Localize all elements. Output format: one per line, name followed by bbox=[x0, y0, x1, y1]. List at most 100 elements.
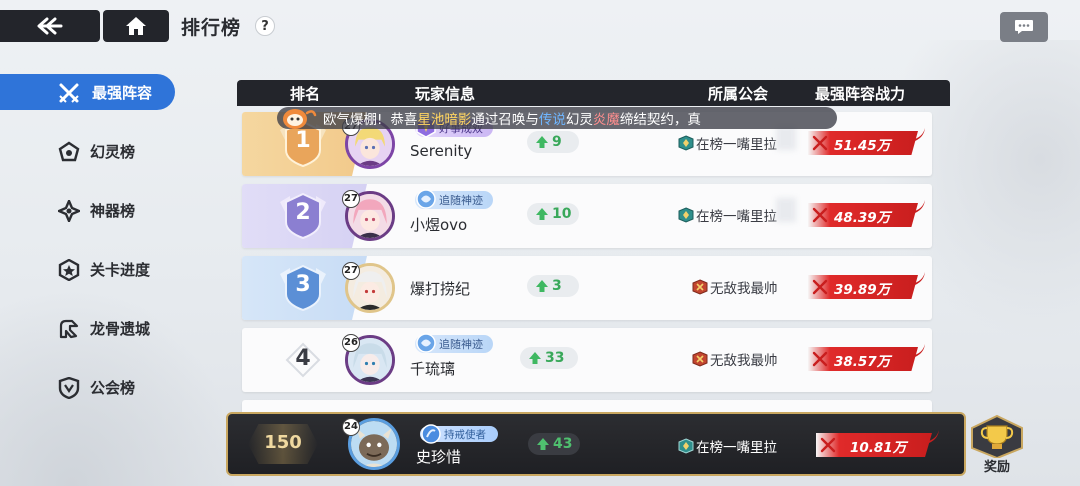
sidebar-item-spirit-rank[interactable]: 幻灵榜 bbox=[0, 133, 175, 169]
crossed-swords-icon bbox=[812, 351, 828, 367]
page-title: 排行榜 bbox=[181, 16, 242, 39]
flame-tail-icon bbox=[915, 128, 925, 141]
sidebar-item-label: 最强阵容 bbox=[92, 83, 153, 102]
guild-emblem-icon bbox=[678, 135, 694, 151]
guild-emblem-icon bbox=[678, 438, 694, 454]
power-value-label: 51.45万 bbox=[834, 138, 891, 154]
top-bar: 排行榜 ? bbox=[0, 10, 276, 42]
up-arrow-icon bbox=[529, 352, 541, 364]
up-arrow-icon bbox=[536, 136, 548, 148]
title-emblem-icon bbox=[416, 333, 436, 353]
my-rank-bar[interactable]: 150 24 持戒使者 史珍惜 43 在榜一嘴里拉 10.81万 bbox=[226, 412, 966, 476]
table-row[interactable]: 2 27 追随神迹 小煜ovo 10 在榜一嘴里拉 48.39万 bbox=[242, 184, 932, 248]
my-level: 24 bbox=[342, 418, 360, 436]
player-level: 26 bbox=[342, 334, 360, 352]
flame-tail-icon bbox=[915, 272, 925, 285]
power-value: 48.39万 bbox=[808, 200, 925, 227]
guild-name-label: 在榜一嘴里拉 bbox=[696, 209, 777, 225]
ticker-spirit: 炎魔 bbox=[592, 112, 620, 128]
flame-tail-icon bbox=[915, 344, 925, 357]
ticker-text: 缔结契约，真 bbox=[619, 112, 701, 128]
ticker-text: 通过召唤与 bbox=[471, 112, 539, 128]
blur-mask bbox=[776, 126, 796, 150]
power-value-label: 48.39万 bbox=[834, 210, 891, 226]
announcement-ticker: 欧气爆棚! 恭喜 星池暗影 通过召唤与 传说 幻灵 炎魔 缔结契约，真 bbox=[277, 107, 837, 129]
crossed-swords-icon bbox=[59, 83, 79, 103]
guild-name[interactable]: 无敌我最帅 bbox=[692, 349, 778, 369]
rank-change-value: 10 bbox=[552, 206, 572, 222]
player-name: 爆打捞纪 bbox=[410, 280, 471, 298]
sidebar-item-label: 龙骨遗城 bbox=[90, 319, 151, 338]
guild-emblem-icon bbox=[692, 351, 708, 367]
artifact-icon bbox=[58, 200, 80, 222]
ticker-rarity: 传说 bbox=[538, 112, 566, 128]
my-rank-change-value: 43 bbox=[553, 436, 573, 452]
column-header-guild: 所属公会 bbox=[708, 85, 769, 103]
crossed-swords-icon bbox=[812, 279, 828, 295]
player-name: 千琉璃 bbox=[410, 360, 456, 378]
player-title-label: 追随神迹 bbox=[439, 338, 483, 351]
rank-change: 9 bbox=[527, 131, 579, 153]
table-row[interactable]: 3 27 爆打捞纪 3 无敌我最帅 39.89万 bbox=[242, 256, 932, 320]
sidebar-item-stage-progress[interactable]: 关卡进度 bbox=[0, 251, 175, 287]
player-name: Serenity bbox=[410, 142, 473, 160]
flame-tail-icon bbox=[915, 200, 925, 213]
my-guild-name[interactable]: 在榜一嘴里拉 bbox=[678, 436, 777, 456]
stage-icon bbox=[58, 259, 80, 281]
help-button[interactable]: ? bbox=[255, 16, 276, 36]
sidebar-item-label: 关卡进度 bbox=[90, 260, 151, 279]
reward-label: 奖励 bbox=[983, 460, 1010, 475]
home-button[interactable] bbox=[103, 10, 169, 42]
power-value: 51.45万 bbox=[808, 128, 925, 155]
rank-number: 4 bbox=[295, 346, 311, 371]
flame-tail-icon bbox=[929, 430, 939, 443]
power-value: 38.57万 bbox=[808, 344, 925, 371]
sidebar-item-dragon-city[interactable]: 龙骨遗城 bbox=[0, 310, 175, 346]
power-value: 39.89万 bbox=[808, 272, 925, 299]
spirit-icon bbox=[58, 141, 80, 162]
player-title-tag: 追随神迹 bbox=[415, 333, 493, 353]
column-header-player-info: 玩家信息 bbox=[415, 85, 476, 103]
rank-change: 3 bbox=[527, 275, 579, 297]
ticker-text: 幻灵 bbox=[565, 112, 593, 128]
my-rank-change: 43 bbox=[528, 433, 580, 455]
table-header: 排名 玩家信息 所属公会 最强阵容战力 bbox=[237, 80, 950, 106]
sidebar-item-strongest-lineup[interactable]: 最强阵容 bbox=[0, 74, 175, 110]
sidebar-item-artifact-rank[interactable]: 神器榜 bbox=[0, 192, 175, 228]
rank-change: 10 bbox=[527, 203, 579, 225]
guild-emblem-icon bbox=[692, 279, 708, 295]
column-header-rank: 排名 bbox=[290, 85, 321, 103]
chat-bubble-icon bbox=[1015, 20, 1033, 34]
up-arrow-icon bbox=[537, 438, 549, 450]
chat-button[interactable] bbox=[1000, 12, 1048, 42]
player-title-label: 追随神迹 bbox=[439, 194, 483, 207]
guild-shield-icon bbox=[58, 377, 80, 399]
sidebar-item-label: 幻灵榜 bbox=[90, 142, 136, 161]
reward-button[interactable]: 奖励 bbox=[968, 414, 1026, 480]
rank-number: 3 bbox=[295, 272, 311, 297]
my-rank-number: 150 bbox=[264, 432, 302, 453]
lucky-cat-icon bbox=[283, 109, 317, 129]
title-emblem-icon bbox=[421, 424, 441, 444]
guild-name[interactable]: 无敌我最帅 bbox=[692, 277, 778, 297]
table-row[interactable]: 4 26 追随神迹 千琉璃 33 无敌我最帅 38.57万 bbox=[242, 328, 932, 392]
rank-change-value: 9 bbox=[552, 134, 562, 150]
player-name: 小煜ovo bbox=[410, 216, 468, 234]
rank-number: 1 bbox=[295, 128, 311, 153]
power-value-label: 39.89万 bbox=[834, 282, 891, 298]
power-value-label: 38.57万 bbox=[834, 354, 891, 370]
player-title-tag: 追随神迹 bbox=[415, 189, 493, 209]
sidebar-item-guild-rank[interactable]: 公会榜 bbox=[0, 369, 175, 405]
up-arrow-icon bbox=[536, 208, 548, 220]
crossed-swords-icon bbox=[820, 437, 836, 453]
guild-name[interactable]: 在榜一嘴里拉 bbox=[678, 205, 777, 225]
rank-change-value: 33 bbox=[545, 350, 565, 366]
guild-emblem-icon bbox=[678, 207, 694, 223]
my-name: 史珍惜 bbox=[416, 448, 462, 466]
guild-name[interactable]: 在榜一嘴里拉 bbox=[678, 133, 777, 153]
dragon-icon bbox=[59, 319, 79, 339]
blur-mask bbox=[776, 198, 796, 222]
back-button[interactable] bbox=[0, 10, 100, 42]
my-guild-name-label: 在榜一嘴里拉 bbox=[696, 440, 777, 456]
reward-trophy-icon bbox=[971, 414, 1023, 460]
